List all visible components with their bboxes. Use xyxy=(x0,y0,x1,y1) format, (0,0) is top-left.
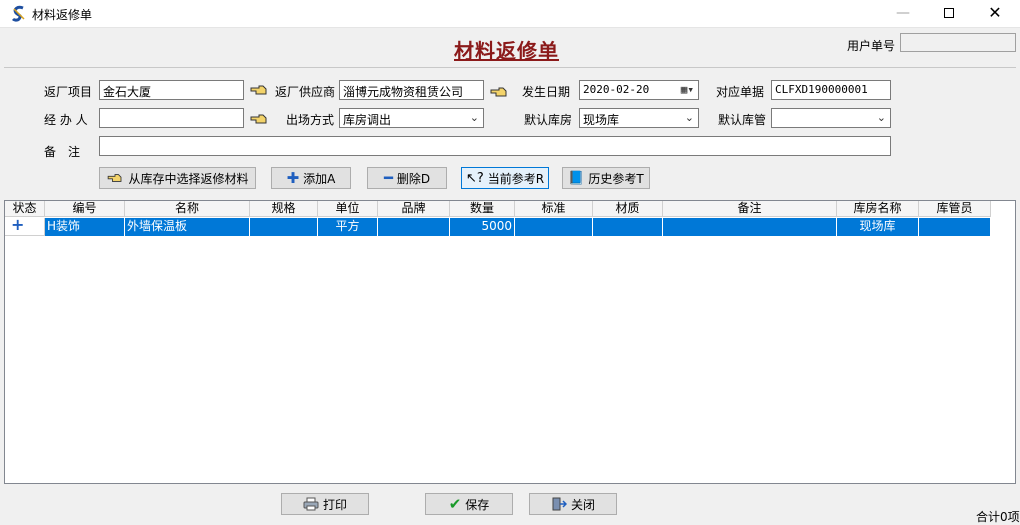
close-button[interactable]: 关闭 xyxy=(529,493,617,515)
keeper-select[interactable]: ⌄ xyxy=(771,108,891,128)
document-header: 材料返修单 用户单号 xyxy=(4,29,1016,68)
warehouse-select[interactable]: 现场库 ⌄ xyxy=(579,108,699,128)
note-field[interactable] xyxy=(99,136,891,156)
window-title: 材料返修单 xyxy=(32,8,93,22)
column-header[interactable]: 规格 xyxy=(250,201,318,217)
select-from-stock-button[interactable]: 从库存中选择返修材料 xyxy=(99,167,256,189)
pointing-hand-icon[interactable] xyxy=(490,85,508,99)
column-header[interactable]: 数量 xyxy=(450,201,515,217)
history-reference-button[interactable]: 📘 历史参考T xyxy=(562,167,650,189)
column-header[interactable]: 材质 xyxy=(593,201,663,217)
add-button[interactable]: ✚ 添加A xyxy=(271,167,351,189)
column-header[interactable]: 状态 xyxy=(5,201,45,217)
pointing-hand-icon xyxy=(108,174,122,182)
footer-bar: 打印 ✔ 保存 关闭 合计0项 xyxy=(4,486,1020,525)
select-from-stock-label: 从库存中选择返修材料 xyxy=(128,171,249,186)
column-header[interactable]: 库房名称 xyxy=(837,201,919,217)
table-header: 状态 编号 名称 规格 单位 品牌 数量 标准 材质 备注 库房名称 库管员 xyxy=(5,201,991,217)
code-cell[interactable]: H装饰 xyxy=(45,218,125,236)
maximize-button[interactable] xyxy=(926,0,972,28)
delete-button[interactable]: ━ 删除D xyxy=(367,167,447,189)
total-count: 合计0项 xyxy=(976,510,1020,524)
exit-mode-value: 库房调出 xyxy=(343,113,392,127)
column-header[interactable]: 单位 xyxy=(318,201,378,217)
window-titlebar: 材料返修单 — ✕ xyxy=(0,0,1020,28)
reference-doc-field[interactable]: CLFXD190000001 xyxy=(771,80,891,100)
column-header[interactable]: 名称 xyxy=(125,201,250,217)
current-reference-button[interactable]: ↖? 当前参考R xyxy=(461,167,549,189)
unit-cell[interactable]: 平方 xyxy=(318,218,378,236)
chevron-down-icon[interactable]: ⌄ xyxy=(877,111,886,124)
chevron-down-icon[interactable]: ⌄ xyxy=(685,111,694,124)
save-label: 保存 xyxy=(465,497,490,512)
brand-cell[interactable] xyxy=(378,218,450,236)
checkmark-icon: ✔ xyxy=(448,495,462,513)
form-area: 返厂项目 金石大厦 返厂供应商 淄博元成物资租赁公司 发生日期 2020-02-… xyxy=(4,70,1016,198)
add-label: 添加A xyxy=(303,171,336,186)
date-picker[interactable]: 2020-02-20 ▦▾ xyxy=(579,80,699,100)
book-icon: 📘 xyxy=(568,170,585,186)
plus-icon: ✚ xyxy=(286,169,300,187)
exit-mode-select[interactable]: 库房调出 ⌄ xyxy=(339,108,484,128)
date-label: 发生日期 xyxy=(522,85,571,99)
print-button[interactable]: 打印 xyxy=(281,493,369,515)
warehouse-value: 现场库 xyxy=(583,113,620,127)
print-label: 打印 xyxy=(322,497,347,512)
history-reference-label: 历史参考T xyxy=(588,171,644,186)
column-header[interactable]: 库管员 xyxy=(919,201,991,217)
exit-door-icon xyxy=(552,497,567,511)
minus-icon: ━ xyxy=(383,169,393,187)
minimize-button[interactable]: — xyxy=(880,0,926,28)
warehouse-label: 默认库房 xyxy=(524,113,573,127)
user-number-field[interactable] xyxy=(900,33,1016,52)
table-row[interactable]: + H装饰 外墙保温板 平方 5000 现场库 xyxy=(5,218,991,236)
user-number-label: 用户单号 xyxy=(847,39,896,53)
pointing-hand-icon[interactable] xyxy=(250,83,268,97)
keeper-label: 默认库管 xyxy=(718,113,767,127)
project-field[interactable]: 金石大厦 xyxy=(99,80,244,100)
handler-field[interactable] xyxy=(99,108,244,128)
pointing-hand-icon[interactable] xyxy=(250,112,268,126)
supplier-label: 返厂供应商 xyxy=(275,85,336,99)
column-header[interactable]: 备注 xyxy=(663,201,837,217)
save-button[interactable]: ✔ 保存 xyxy=(425,493,513,515)
warehouse-cell[interactable]: 现场库 xyxy=(837,218,919,236)
column-header[interactable]: 标准 xyxy=(515,201,593,217)
materials-table[interactable]: 状态 编号 名称 规格 单位 品牌 数量 标准 材质 备注 库房名称 库管员 +… xyxy=(4,200,1016,484)
calendar-icon[interactable]: ▦▾ xyxy=(681,83,694,96)
plus-icon: + xyxy=(11,218,25,234)
maximize-icon xyxy=(944,8,954,18)
handler-label: 经 办 人 xyxy=(44,113,88,127)
document-title: 材料返修单 xyxy=(454,39,559,63)
column-header[interactable]: 编号 xyxy=(45,201,125,217)
current-reference-label: 当前参考R xyxy=(487,171,545,186)
close-window-button[interactable]: ✕ xyxy=(972,0,1018,28)
close-label: 关闭 xyxy=(570,497,595,512)
standard-cell[interactable] xyxy=(515,218,593,236)
note-label: 备 注 xyxy=(44,145,81,159)
note-cell[interactable] xyxy=(663,218,837,236)
reference-doc-label: 对应单据 xyxy=(716,85,765,99)
app-logo-icon xyxy=(11,5,25,22)
printer-icon xyxy=(303,497,319,511)
project-label: 返厂项目 xyxy=(44,85,93,99)
exit-mode-label: 出场方式 xyxy=(286,113,335,127)
material-cell[interactable] xyxy=(593,218,663,236)
chevron-down-icon[interactable]: ⌄ xyxy=(470,111,479,124)
column-header[interactable]: 品牌 xyxy=(378,201,450,217)
cursor-help-icon: ↖? xyxy=(465,170,484,186)
row-status-cell[interactable]: + xyxy=(5,218,45,236)
supplier-field[interactable]: 淄博元成物资租赁公司 xyxy=(339,80,484,100)
date-value: 2020-02-20 xyxy=(583,83,650,96)
quantity-cell[interactable]: 5000 xyxy=(450,218,515,236)
delete-label: 删除D xyxy=(396,171,431,186)
keeper-cell[interactable] xyxy=(919,218,991,236)
spec-cell[interactable] xyxy=(250,218,318,236)
name-cell[interactable]: 外墙保温板 xyxy=(125,218,250,236)
